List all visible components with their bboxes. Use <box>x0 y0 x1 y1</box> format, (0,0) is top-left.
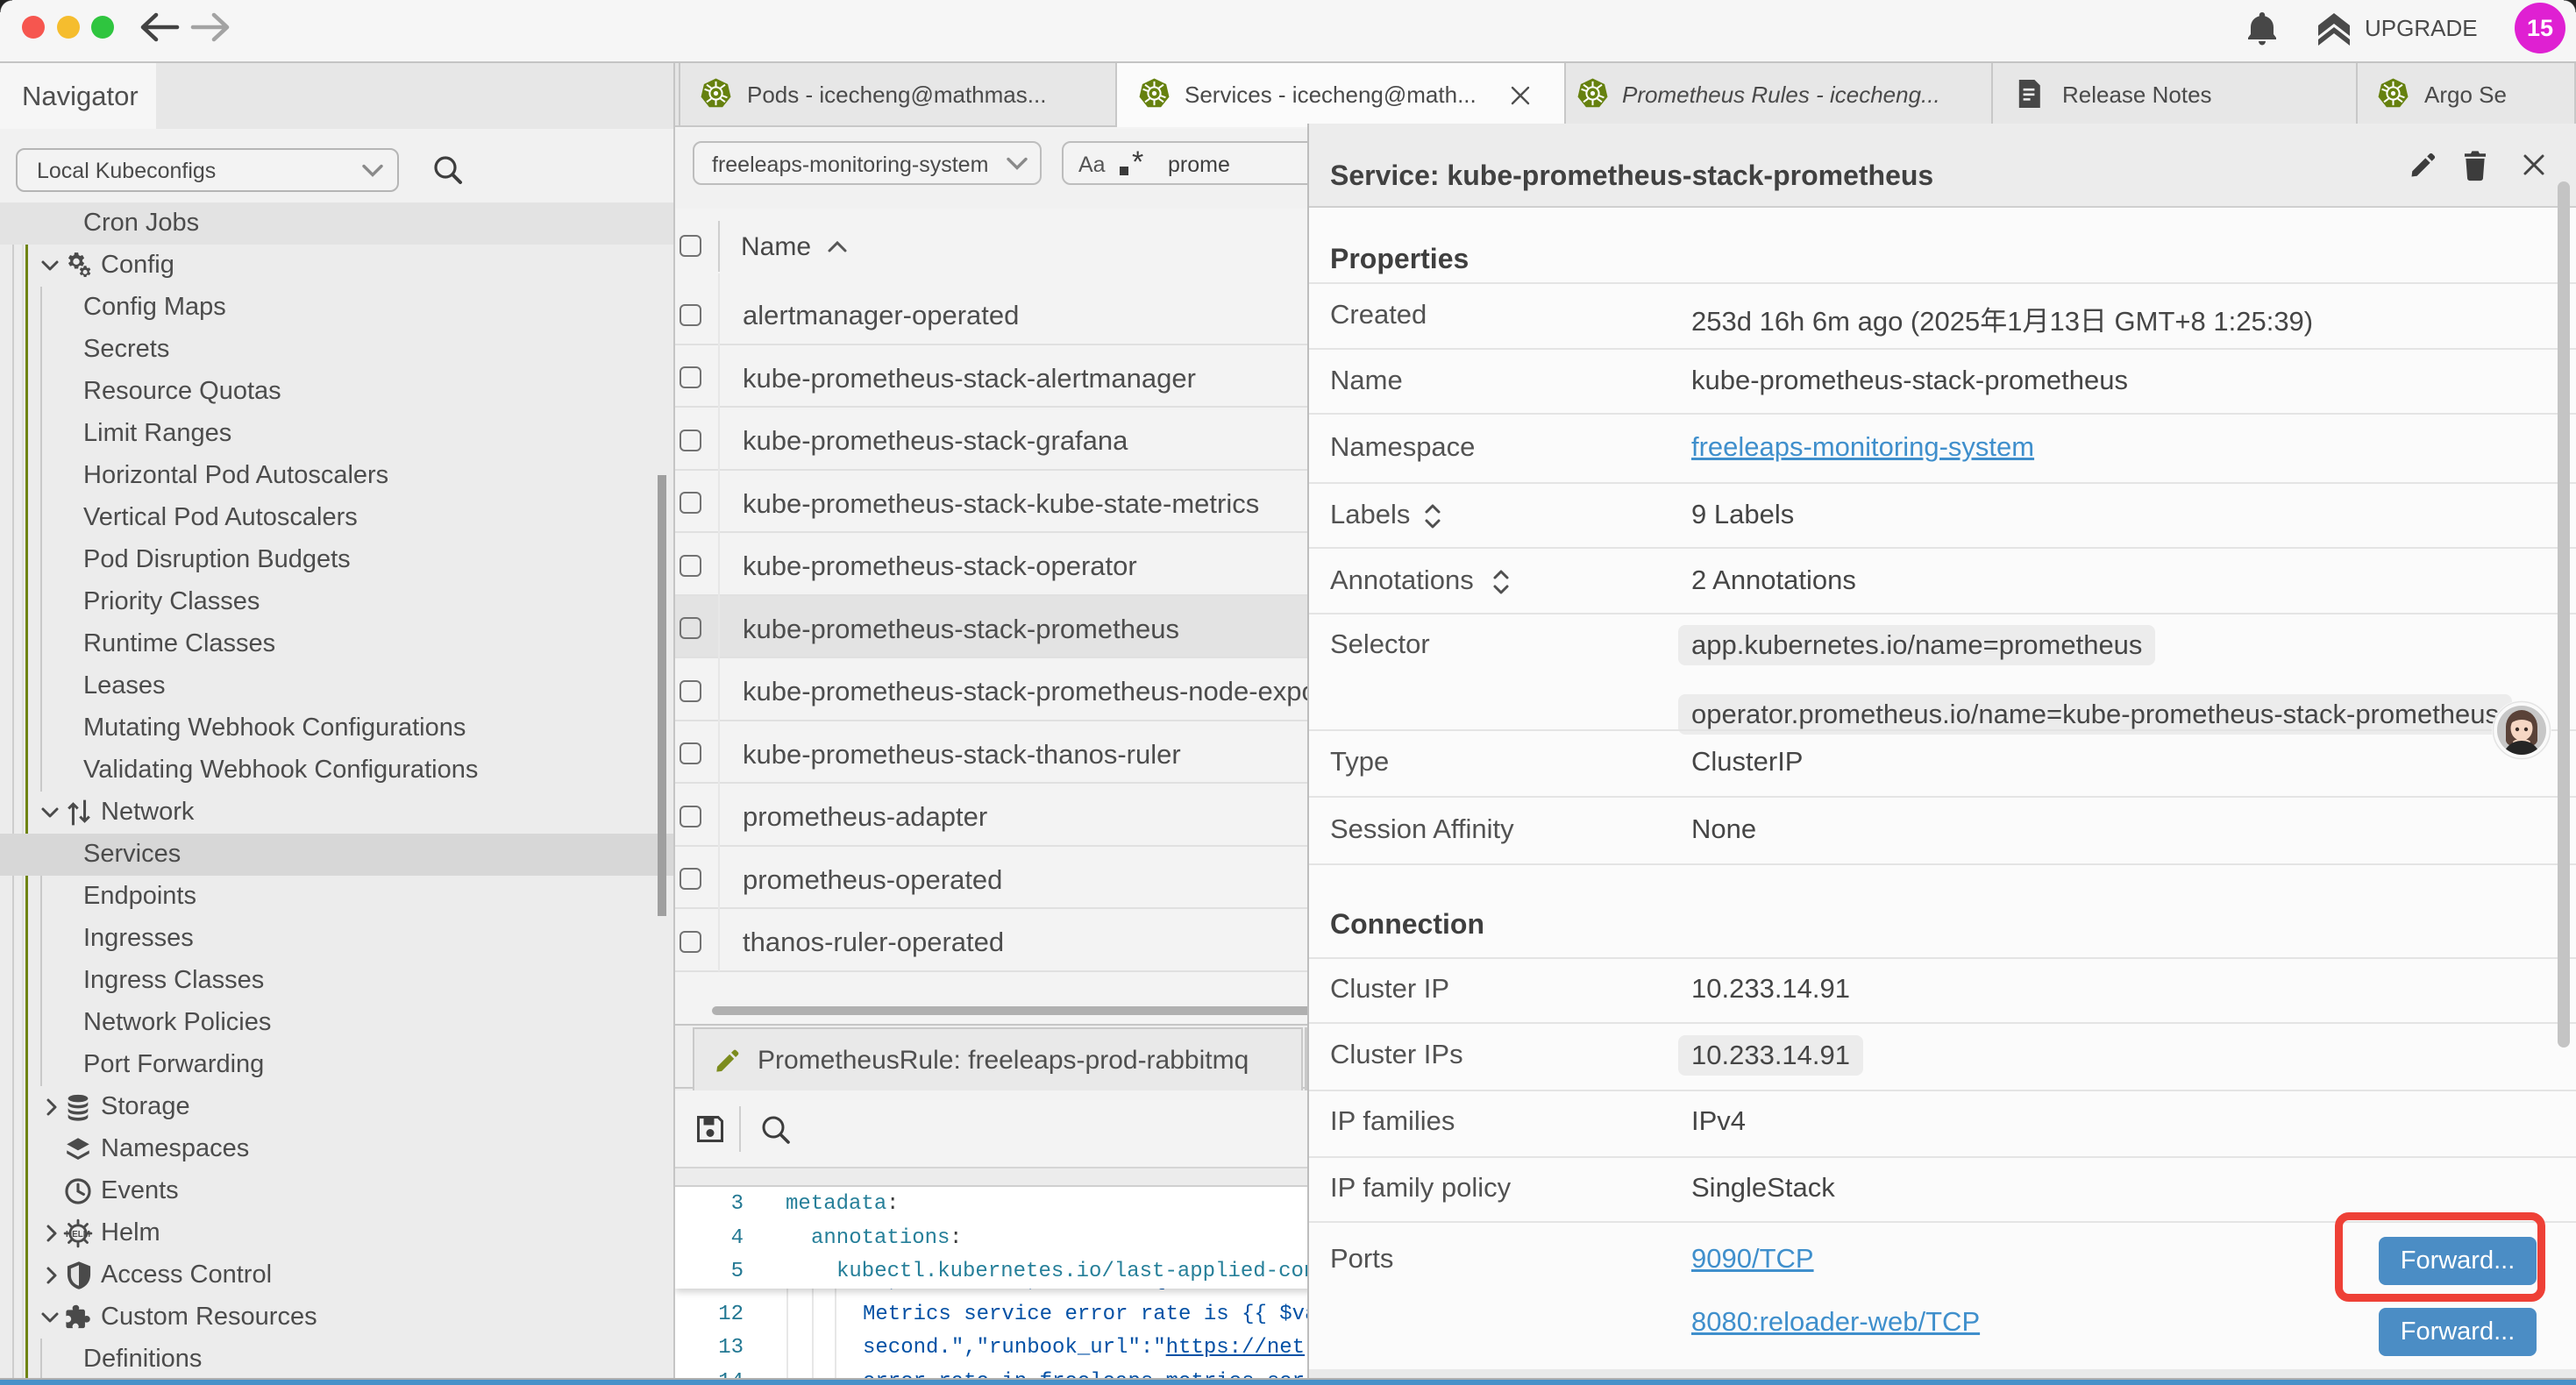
svg-text:HELM: HELM <box>66 1230 90 1239</box>
